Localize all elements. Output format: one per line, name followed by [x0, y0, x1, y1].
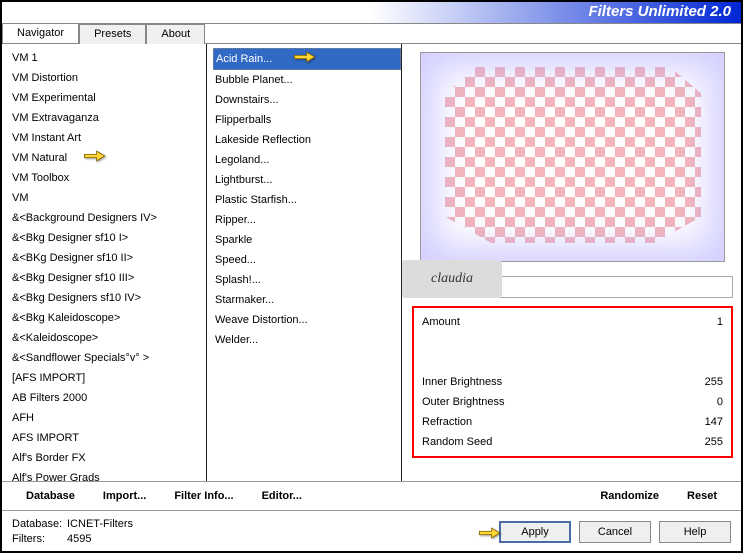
tab-navigator[interactable]: Navigator — [2, 23, 79, 43]
footer: Database:ICNET-Filters Filters:4595 Appl… — [2, 511, 741, 551]
parameter-block: Amount 1 Inner Brightness 255 Outer Brightne… — [412, 306, 733, 458]
category-item[interactable]: &<Bkg Designers sf10 IV> — [10, 288, 206, 308]
filter-item[interactable]: Acid Rain... — [213, 48, 401, 70]
watermark: claudia — [402, 260, 502, 298]
tab-strip: Navigator Presets About — [2, 23, 741, 43]
filter-list[interactable]: Acid Rain...Bubble Planet...Downstairs..… — [207, 44, 402, 481]
main-panel: VM 1VM DistortionVM ExperimentalVM Extra… — [2, 43, 741, 481]
category-item[interactable]: VM Distortion — [10, 68, 206, 88]
tab-about[interactable]: About — [146, 24, 205, 44]
category-item[interactable]: &<Bkg Designer sf10 I> — [10, 228, 206, 248]
category-item[interactable]: Alf's Power Grads — [10, 468, 206, 481]
category-item[interactable]: &<Bkg Designer sf10 III> — [10, 268, 206, 288]
param-value: 0 — [717, 396, 723, 408]
category-item[interactable]: VM Instant Art — [10, 128, 206, 148]
randomize-button[interactable]: Randomize — [586, 486, 673, 506]
param-row[interactable]: Inner Brightness 255 — [418, 372, 727, 392]
db-value: ICNET-Filters — [67, 518, 133, 530]
param-label: Outer Brightness — [422, 396, 505, 408]
filter-item[interactable]: Weave Distortion... — [213, 310, 401, 330]
category-item[interactable]: VM — [10, 188, 206, 208]
param-value: 255 — [705, 376, 723, 388]
app-title: Filters Unlimited 2.0 — [588, 3, 731, 20]
param-value: 1 — [717, 316, 723, 328]
category-item[interactable]: AFS IMPORT — [10, 428, 206, 448]
footer-info: Database:ICNET-Filters Filters:4595 — [12, 517, 133, 547]
cancel-button[interactable]: Cancel — [579, 521, 651, 543]
category-item[interactable]: &<Kaleidoscope> — [10, 328, 206, 348]
pointing-hand-icon — [292, 47, 320, 67]
filters-count: 4595 — [67, 533, 91, 545]
param-row[interactable]: Outer Brightness 0 — [418, 392, 727, 412]
filters-label: Filters: — [12, 532, 67, 547]
category-item[interactable]: VM Toolbox — [10, 168, 206, 188]
filter-item[interactable]: Flipperballs — [213, 110, 401, 130]
param-value: 147 — [705, 416, 723, 428]
pointing-hand-icon — [477, 523, 503, 543]
filter-item[interactable]: Plastic Starfish... — [213, 190, 401, 210]
filter-item[interactable]: Speed... — [213, 250, 401, 270]
category-item[interactable]: AFH — [10, 408, 206, 428]
reset-button[interactable]: Reset — [673, 486, 731, 506]
preview-content — [445, 67, 701, 243]
pointing-hand-icon — [82, 146, 110, 166]
db-label: Database: — [12, 517, 67, 532]
filter-item[interactable]: Starmaker... — [213, 290, 401, 310]
param-label: Refraction — [422, 416, 472, 428]
filter-item[interactable]: Lakeside Reflection — [213, 130, 401, 150]
title-bar: Filters Unlimited 2.0 — [2, 2, 741, 24]
help-button[interactable]: Help — [659, 521, 731, 543]
filter-item[interactable]: Splash!... — [213, 270, 401, 290]
param-row[interactable]: Refraction 147 — [418, 412, 727, 432]
category-item[interactable]: &<BKg Designer sf10 II> — [10, 248, 206, 268]
footer-buttons: Apply Cancel Help — [499, 517, 731, 547]
filter-item[interactable]: Lightburst... — [213, 170, 401, 190]
filter-item[interactable]: Ripper... — [213, 210, 401, 230]
apply-button[interactable]: Apply — [499, 521, 571, 543]
param-label: Inner Brightness — [422, 376, 502, 388]
category-item[interactable]: VM Experimental — [10, 88, 206, 108]
param-label: Random Seed — [422, 436, 492, 448]
category-list[interactable]: VM 1VM DistortionVM ExperimentalVM Extra… — [2, 44, 207, 481]
category-item[interactable]: VM Natural — [10, 148, 206, 168]
filter-item[interactable]: Legoland... — [213, 150, 401, 170]
category-item[interactable]: VM Extravaganza — [10, 108, 206, 128]
category-item[interactable]: AB Filters 2000 — [10, 388, 206, 408]
tab-presets[interactable]: Presets — [79, 24, 146, 44]
category-item[interactable]: Alf's Border FX — [10, 448, 206, 468]
import-button[interactable]: Import... — [89, 486, 160, 506]
category-item[interactable]: VM 1 — [10, 48, 206, 68]
editor-button[interactable]: Editor... — [248, 486, 316, 506]
category-item[interactable]: &<Sandflower Specials°v° > — [10, 348, 206, 368]
toolbar: Database Import... Filter Info... Editor… — [2, 481, 741, 511]
filter-item[interactable]: Downstairs... — [213, 90, 401, 110]
param-row[interactable]: Amount 1 — [418, 312, 727, 332]
param-label: Amount — [422, 316, 460, 328]
param-spacer — [418, 332, 727, 352]
database-button[interactable]: Database — [12, 486, 89, 506]
param-row[interactable]: Random Seed 255 — [418, 432, 727, 452]
filter-info-button[interactable]: Filter Info... — [160, 486, 247, 506]
category-item[interactable]: &<Bkg Kaleidoscope> — [10, 308, 206, 328]
param-spacer — [418, 352, 727, 372]
param-value: 255 — [705, 436, 723, 448]
preview-image — [420, 52, 725, 262]
filter-item[interactable]: Bubble Planet... — [213, 70, 401, 90]
category-item[interactable]: &<Background Designers IV> — [10, 208, 206, 228]
category-item[interactable]: [AFS IMPORT] — [10, 368, 206, 388]
filter-item[interactable]: Welder... — [213, 330, 401, 350]
filter-item[interactable]: Sparkle — [213, 230, 401, 250]
